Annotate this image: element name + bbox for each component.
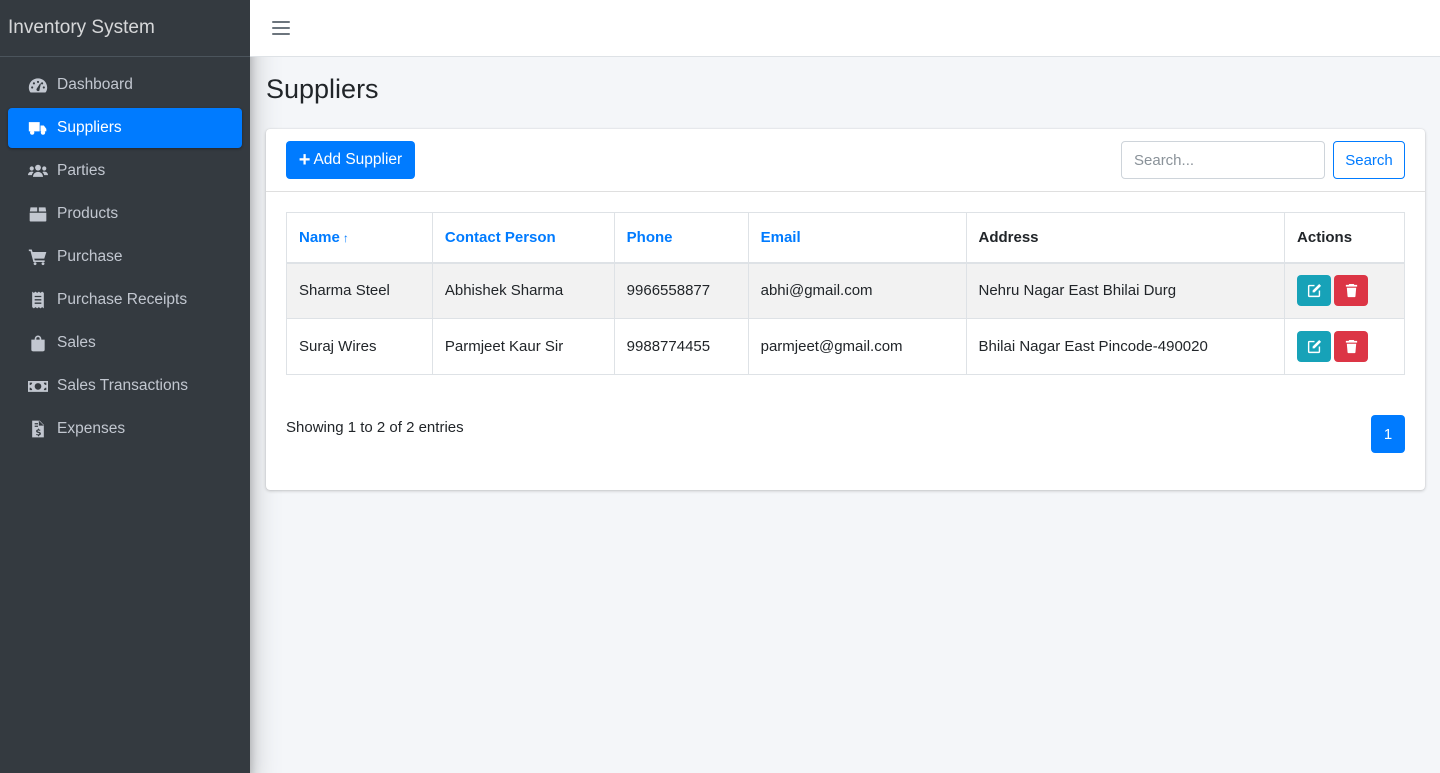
- column-header-name[interactable]: Name ↑: [286, 212, 433, 264]
- suppliers-card: + Add Supplier Search Name↑ Contact Pers…: [266, 129, 1425, 490]
- users-icon: [26, 161, 50, 181]
- search-button[interactable]: Search: [1333, 141, 1405, 179]
- main-content: Suppliers + Add Supplier Search Name↑ Co…: [266, 57, 1425, 490]
- pagination-page-1[interactable]: 1: [1371, 415, 1405, 453]
- cell-phone: 9966558877: [613, 262, 749, 319]
- menu-toggle-icon[interactable]: [272, 21, 290, 35]
- table-info: Showing 1 to 2 of 2 entries: [286, 419, 464, 436]
- cell-email: parmjeet@gmail.com: [747, 318, 967, 375]
- plus-icon: +: [298, 149, 311, 171]
- cell-contact-person: Abhishek Sharma: [431, 262, 615, 319]
- sort-ascending-icon: ↑: [342, 230, 349, 245]
- table-row: Sharma Steel Abhishek Sharma 9966558877 …: [286, 262, 1405, 319]
- sidebar-item-label: Sales: [57, 334, 96, 351]
- brand-text[interactable]: Inventory System: [8, 17, 155, 39]
- sidebar-item-label: Dashboard: [57, 76, 133, 93]
- sidebar-item-label: Sales Transactions: [57, 377, 188, 394]
- box-icon: [26, 204, 50, 224]
- sidebar-item-label: Products: [57, 205, 119, 222]
- search-input[interactable]: [1121, 141, 1325, 179]
- edit-icon: [1307, 339, 1321, 354]
- cell-email: abhi@gmail.com: [747, 262, 967, 319]
- top-navbar: [250, 0, 1440, 57]
- table-row: Suraj Wires Parmjeet Kaur Sir 9988774455…: [286, 318, 1405, 375]
- sidebar-item-purchase-receipts[interactable]: Purchase Receipts: [8, 280, 242, 320]
- sidebar-nav: Dashboard Suppliers Parties Products Pur…: [0, 57, 250, 449]
- cell-actions: [1284, 262, 1405, 319]
- add-supplier-label: Add Supplier: [313, 151, 403, 168]
- add-supplier-button[interactable]: + Add Supplier: [286, 141, 415, 179]
- table-header-row: Name ↑ Contact Person Phone Email Address…: [286, 212, 1405, 264]
- edit-button[interactable]: [1297, 331, 1332, 362]
- brand[interactable]: Inventory System: [0, 0, 250, 57]
- column-header-phone[interactable]: Phone: [613, 212, 749, 264]
- card-header: + Add Supplier Search: [266, 129, 1425, 192]
- trash-icon: [1345, 339, 1357, 354]
- delete-button[interactable]: [1334, 275, 1369, 307]
- receipt-icon: [26, 290, 50, 310]
- sidebar-item-purchase[interactable]: Purchase: [8, 237, 242, 277]
- sidebar-item-label: Expenses: [57, 420, 126, 437]
- column-header-email[interactable]: Email: [747, 212, 967, 264]
- sidebar-item-sales-transactions[interactable]: Sales Transactions: [8, 366, 242, 406]
- suppliers-table: Name ↑ Contact Person Phone Email Address…: [286, 212, 1405, 375]
- sidebar-item-label: Purchase: [57, 248, 123, 265]
- trash-icon: [1345, 284, 1357, 298]
- sidebar-item-dashboard[interactable]: Dashboard: [8, 65, 242, 105]
- cell-name: Sharma Steel: [286, 262, 433, 319]
- edit-button[interactable]: [1297, 275, 1332, 307]
- cell-actions: [1284, 318, 1405, 375]
- cell-contact-person: Parmjeet Kaur Sir: [431, 318, 615, 375]
- page-title: Suppliers: [266, 74, 379, 104]
- money-bill-icon: [26, 376, 50, 396]
- sidebar-item-suppliers[interactable]: Suppliers: [8, 108, 242, 148]
- cell-phone: 9988774455: [613, 318, 749, 375]
- column-header-label: Name: [299, 228, 340, 246]
- sidebar-item-parties[interactable]: Parties: [8, 151, 242, 191]
- column-header-contact-person[interactable]: Contact Person: [431, 212, 615, 264]
- shopping-bag-icon: [26, 333, 50, 353]
- cart-icon: [26, 247, 50, 267]
- invoice-dollar-icon: [26, 419, 50, 439]
- sidebar-item-products[interactable]: Products: [8, 194, 242, 234]
- sidebar-item-expenses[interactable]: Expenses: [8, 409, 242, 449]
- sidebar-item-label: Parties: [57, 162, 106, 179]
- cell-name: Suraj Wires: [286, 318, 433, 375]
- delete-button[interactable]: [1334, 331, 1369, 362]
- sidebar-item-label: Suppliers: [57, 119, 122, 136]
- sidebar: Inventory System Dashboard Suppliers Par…: [0, 0, 250, 773]
- tachometer-icon: [26, 75, 50, 95]
- column-header-actions: Actions: [1284, 212, 1405, 264]
- truck-icon: [26, 118, 50, 138]
- edit-icon: [1307, 284, 1321, 298]
- sidebar-item-sales[interactable]: Sales: [8, 323, 242, 363]
- cell-address: Bhilai Nagar East Pincode-490020: [965, 318, 1286, 375]
- sidebar-item-label: Purchase Receipts: [57, 291, 188, 308]
- column-header-address: Address: [965, 212, 1286, 264]
- cell-address: Nehru Nagar East Bhilai Durg: [965, 262, 1286, 319]
